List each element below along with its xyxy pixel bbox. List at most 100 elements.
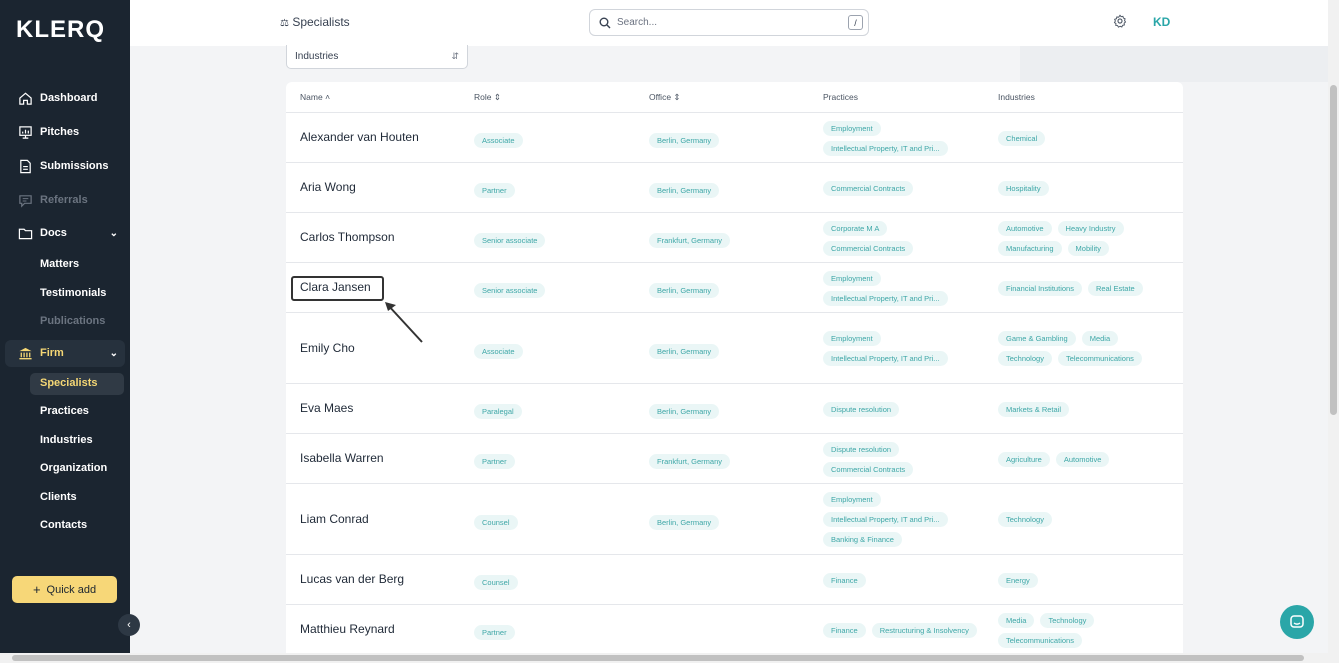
column-header-office[interactable]: Office ⇕ — [649, 92, 681, 103]
sidebar-item-submissions[interactable]: Submissions — [0, 153, 130, 179]
industry-cell: Hospitality — [998, 180, 1163, 196]
office-cell: Berlin, Germany — [649, 130, 725, 148]
practice-cell: Employment Intellectual Property, IT and … — [823, 120, 988, 156]
practice-tag: Corporate M A — [823, 220, 888, 236]
practice-cell: Finance Restructuring & Insolvency — [823, 622, 988, 638]
sidebar-subitem-contacts[interactable]: Contacts — [40, 515, 87, 535]
sidebar-subitem-clients[interactable]: Clients — [40, 487, 77, 507]
industry-tag: Heavy Industry — [1057, 220, 1124, 236]
practice-tag: Commercial Contracts — [823, 180, 914, 196]
office-cell: Frankfurt, Germany — [649, 451, 736, 469]
practice-cell: Employment Intellectual Property, IT and … — [823, 331, 988, 366]
office-tag: Berlin, Germany — [649, 283, 720, 298]
sidebar-subitem-matters[interactable]: Matters — [40, 254, 79, 274]
industry-tag: Agriculture — [998, 451, 1050, 467]
sidebar-subitem-organization[interactable]: Organization — [40, 458, 107, 478]
practice-cell: Finance — [823, 572, 988, 588]
column-header-role[interactable]: Role ⇕ — [474, 92, 501, 103]
vertical-scrollbar[interactable] — [1328, 0, 1339, 653]
industry-tag: Energy — [998, 572, 1038, 588]
gear-icon[interactable] — [1113, 14, 1127, 33]
specialist-name: Emily Cho — [300, 340, 355, 355]
search-input[interactable]: Search... / — [589, 9, 869, 36]
practice-tag: Finance — [823, 572, 866, 588]
sidebar-subitem-industries[interactable]: Industries — [40, 430, 93, 450]
document-icon — [17, 158, 33, 174]
table-row[interactable]: Aria Wong Partner Berlin, Germany Commercia… — [286, 163, 1183, 213]
role-cell: Associate — [474, 341, 529, 359]
horizontal-scrollbar[interactable] — [0, 653, 1339, 663]
practice-cell: Dispute resolution Commercial Contracts — [823, 441, 988, 477]
sidebar-subitem-testimonials[interactable]: Testimonials — [40, 283, 106, 303]
chevron-down-icon: ⌄ — [109, 347, 118, 359]
specialist-name: Matthieu Reynard — [300, 622, 395, 636]
sidebar-subitem-practices[interactable]: Practices — [40, 401, 89, 421]
industry-list: Game & Gambling Media Technology Telecommun… — [998, 331, 1163, 366]
search-placeholder: Search... — [617, 17, 658, 28]
role-cell: Senior associate — [474, 230, 551, 248]
logo: KLERQ — [16, 16, 105, 43]
quick-add-button[interactable]: + Quick add — [12, 576, 117, 603]
industries-filter[interactable]: Industries ⇵ — [286, 45, 468, 69]
table-row[interactable]: Carlos Thompson Senior associate Frankfurt… — [286, 213, 1183, 263]
industry-list: Hospitality — [998, 180, 1163, 196]
practice-list: Employment Intellectual Property, IT and … — [823, 120, 988, 156]
role-tag: Paralegal — [474, 404, 522, 419]
role-cell: Counsel — [474, 572, 524, 590]
sidebar-subitem-publications[interactable]: Publications — [40, 311, 105, 331]
table-row[interactable]: Matthieu Reynard Partner Finance Restructur… — [286, 605, 1183, 653]
column-label: Industries — [998, 92, 1035, 102]
sidebar-item-docs[interactable]: Docs ⌄ — [0, 220, 130, 246]
industry-cell: Agriculture Automotive — [998, 451, 1163, 467]
table-row[interactable]: Alexander van Houten Associate Berlin, Ger… — [286, 113, 1183, 163]
table-row[interactable]: Eva Maes Paralegal Berlin, Germany Dispute … — [286, 384, 1183, 434]
column-header-name[interactable]: Name ˄ — [300, 92, 330, 102]
column-label: Name — [300, 92, 323, 102]
industry-cell: Financial Institutions Real Estate — [998, 280, 1163, 296]
office-cell: Berlin, Germany — [649, 512, 725, 530]
avatar[interactable]: KD — [1153, 15, 1170, 29]
chevron-down-icon: ⌄ — [109, 227, 118, 239]
practice-cell: Corporate M A Commercial Contracts — [823, 220, 988, 256]
sidebar-item-firm[interactable]: Firm ⌄ — [0, 340, 130, 366]
role-cell: Paralegal — [474, 401, 528, 419]
sidebar: KLERQ Dashboard Pitches Submissions Refe… — [0, 0, 130, 653]
sidebar-item-referrals[interactable]: Referrals — [0, 187, 130, 213]
practice-list: Finance Restructuring & Insolvency — [823, 622, 988, 638]
office-tag: Frankfurt, Germany — [649, 454, 731, 469]
sidebar-item-pitches[interactable]: Pitches — [0, 119, 130, 145]
plus-icon: + — [32, 582, 41, 597]
practice-tag: Banking & Finance — [823, 532, 902, 547]
table-row[interactable]: Liam Conrad Counsel Berlin, Germany Employm… — [286, 484, 1183, 555]
industry-cell: Media Technology Telecommunications — [998, 612, 1163, 648]
collapse-sidebar-button[interactable]: ‹ — [118, 614, 140, 636]
column-label: Office — [649, 92, 672, 102]
office-tag: Berlin, Germany — [649, 133, 720, 148]
industry-tag: Real Estate — [1087, 280, 1143, 296]
office-cell: Berlin, Germany — [649, 401, 725, 419]
practice-tag: Dispute resolution — [823, 441, 900, 457]
sidebar-item-label: Referrals — [40, 194, 88, 206]
scrollbar-thumb[interactable] — [12, 655, 1304, 661]
industry-cell: Chemical — [998, 130, 1163, 146]
bank-icon — [17, 345, 33, 361]
table-row[interactable]: Isabella Warren Partner Frankfurt, Germany… — [286, 434, 1183, 484]
search-shortcut: / — [848, 15, 863, 30]
page-title: ⚖ Specialists — [280, 15, 350, 29]
practice-tag: Employment — [823, 331, 881, 346]
sort-icon: ⇕ — [493, 92, 501, 102]
industry-tag: Chemical — [998, 130, 1046, 146]
home-icon — [17, 90, 33, 106]
practice-tag: Employment — [823, 120, 881, 136]
industry-cell: Game & Gambling Media Technology Telecommun… — [998, 331, 1163, 366]
role-tag: Counsel — [474, 575, 518, 590]
sidebar-subitem-specialists[interactable]: Specialists — [40, 373, 97, 393]
filter-label: Industries — [295, 51, 339, 62]
scrollbar-thumb[interactable] — [1330, 85, 1337, 415]
sidebar-item-dashboard[interactable]: Dashboard — [0, 85, 130, 111]
role-tag: Partner — [474, 454, 515, 469]
table-row[interactable]: Lucas van der Berg Counsel Finance Energy — [286, 555, 1183, 605]
chat-button[interactable] — [1280, 605, 1314, 639]
industry-tag: Automotive — [998, 220, 1052, 236]
industry-list: Media Technology Telecommunications — [998, 612, 1163, 648]
